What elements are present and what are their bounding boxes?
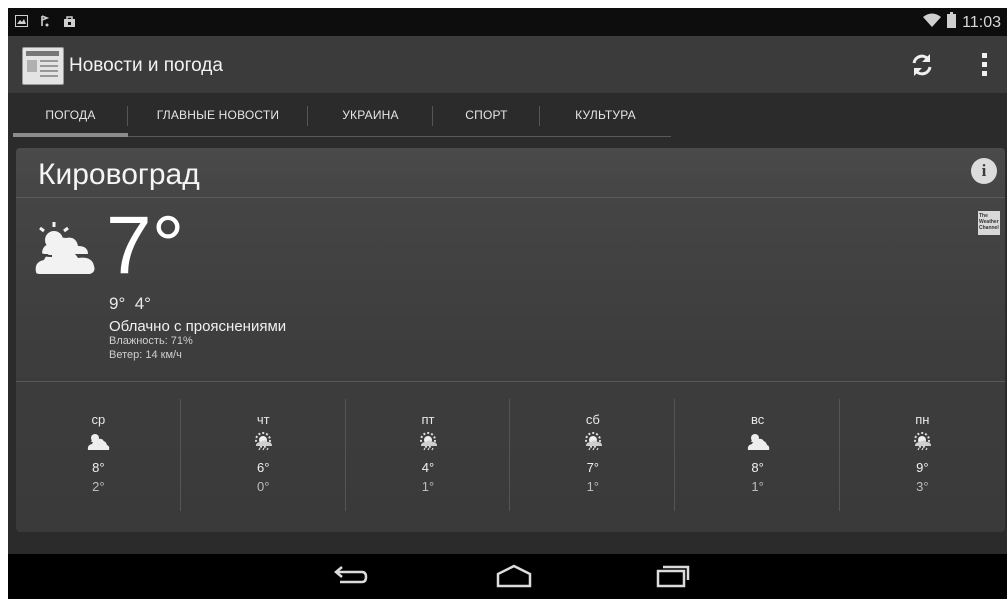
city-name: Кировоград [38, 158, 200, 191]
tab-bar: ПОГОДА ГЛАВНЫЕ НОВОСТИ УКРАИНА СПОРТ КУЛ… [13, 94, 671, 137]
forecast-day[interactable]: сб 7° 1° [510, 391, 676, 513]
wind: Ветер: 14 км/ч [109, 349, 182, 361]
overflow-menu-icon [981, 53, 987, 58]
recent-apps-icon [656, 565, 690, 588]
home-icon [496, 564, 532, 588]
forecast-high: 6° [256, 460, 270, 475]
overflow-menu-button[interactable] [976, 50, 992, 80]
action-bar: Новости и погода [8, 36, 1007, 94]
screen: 11:03 Новости и погода ПОГОДА ГЛАВНЫЕ НО… [8, 8, 1007, 599]
forecast-day[interactable]: ср 8° 2° [16, 391, 181, 513]
tab-weather[interactable]: ПОГОДА [13, 94, 128, 137]
tab-top-news[interactable]: ГЛАВНЫЕ НОВОСТИ [128, 94, 308, 136]
app-title: Новости и погода [69, 55, 223, 76]
tab-label: ПОГОДА [45, 108, 96, 122]
forecast-day-name: сб [585, 412, 600, 427]
google-news-icon[interactable] [22, 47, 64, 85]
refresh-button[interactable] [908, 51, 936, 79]
tab-label: КУЛЬТУРА [575, 108, 636, 122]
forecast-high: 8° [751, 460, 764, 475]
info-icon[interactable]: i [971, 158, 997, 184]
navigation-bar [8, 554, 1007, 599]
shopping-bag-icon [62, 14, 76, 28]
wifi-icon [923, 13, 942, 33]
forecast-high: 9° [916, 460, 929, 475]
forecast-high: 4° [421, 460, 435, 475]
back-icon [334, 566, 368, 584]
recent-apps-button[interactable] [654, 562, 692, 590]
tab-label: УКРАИНА [342, 108, 399, 122]
forecast-low: 1° [421, 479, 435, 494]
forecast-row: ср 8° 2° чт 6° 0° пт 4° 1° сб 7° 1° вс 8… [16, 391, 1005, 513]
forecast-day-name: чт [256, 412, 270, 427]
home-button[interactable] [495, 562, 533, 590]
forecast-high: 8° [92, 460, 105, 475]
back-button[interactable] [332, 562, 370, 590]
forecast-low: 2° [92, 479, 105, 494]
weather-card: Кировоград i The Weather Channel 7° 9° 4… [16, 148, 1005, 532]
cloudy-sun-rain-icon [914, 432, 932, 451]
screenshot-icon [14, 14, 28, 28]
forecast-day[interactable]: пт 4° 1° [346, 391, 511, 513]
cloudy-sun-rain-icon [255, 432, 273, 451]
partly-cloudy-icon [88, 434, 110, 450]
weather-channel-logo[interactable]: The Weather Channel [978, 211, 1000, 235]
battery-icon [947, 12, 957, 33]
high-low-temperature: 9° 4° [109, 294, 151, 313]
forecast-day-name: вс [750, 412, 765, 427]
forecast-low: 1° [751, 479, 764, 494]
forecast-low: 3° [916, 479, 929, 494]
forecast-day[interactable]: чт 6° 0° [181, 391, 346, 513]
cloudy-sun-rain-icon [419, 432, 437, 451]
cloudy-sun-rain-icon [584, 432, 602, 451]
tab-sport[interactable]: СПОРТ [433, 94, 540, 136]
forecast-high: 7° [586, 460, 599, 475]
tab-label: ГЛАВНЫЕ НОВОСТИ [156, 108, 280, 122]
forecast-day-name: пн [915, 412, 930, 427]
status-bar: 11:03 [8, 8, 1007, 36]
forecast-day-name: пт [421, 412, 435, 427]
tab-culture[interactable]: КУЛЬТУРА [540, 94, 671, 136]
clock: 11:03 [962, 13, 1001, 31]
refresh-icon [912, 54, 932, 76]
forecast-day-name: ср [91, 412, 106, 427]
notification-icon [38, 14, 52, 28]
humidity: Влажность: 71% [109, 335, 193, 347]
forecast-day[interactable]: вс 8° 1° [675, 391, 840, 513]
tab-label: СПОРТ [465, 108, 508, 122]
weather-condition: Облачно с прояснениями [109, 318, 287, 335]
current-temperature: 7° [106, 200, 185, 291]
forecast-low: 1° [586, 479, 599, 494]
forecast-day[interactable]: пн 9° 3° [840, 391, 1005, 513]
divider [16, 381, 1005, 382]
forecast-low: 0° [256, 479, 270, 494]
partly-cloudy-icon [747, 434, 769, 450]
tab-ukraine[interactable]: УКРАИНА [308, 94, 433, 136]
partly-cloudy-icon [32, 218, 98, 276]
